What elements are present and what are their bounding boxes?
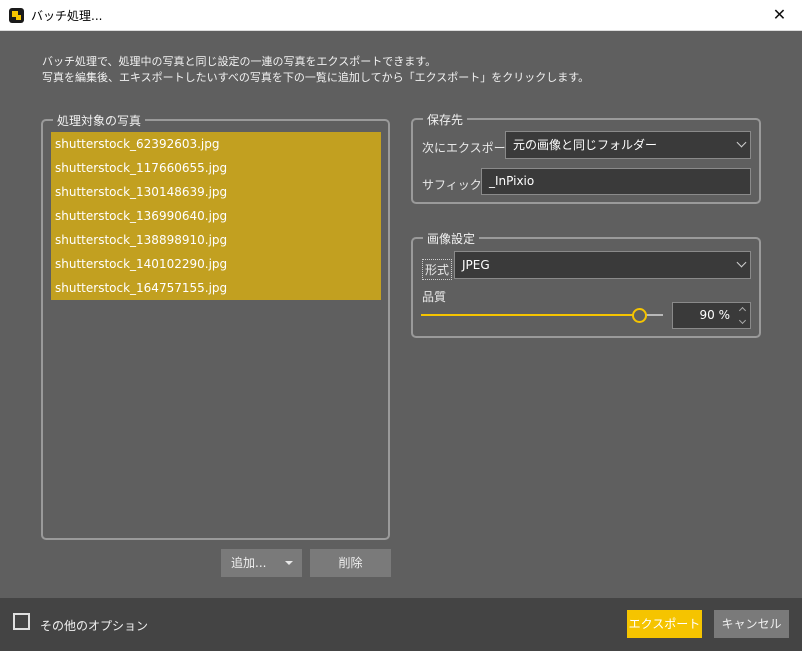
delete-button[interactable]: 削除 — [310, 549, 391, 577]
quality-label: 品質 — [422, 290, 447, 304]
close-button[interactable]: ✕ — [757, 0, 802, 30]
files-group: 処理対象の写真 shutterstock_62392603.jpg shutte… — [41, 112, 390, 540]
export-to-value: 元の画像と同じフォルダー — [513, 138, 658, 152]
add-button[interactable]: 追加... — [221, 549, 302, 577]
chevron-down-icon — [736, 257, 747, 268]
file-item[interactable]: shutterstock_164757155.jpg — [51, 276, 381, 300]
quality-slider[interactable] — [421, 305, 663, 325]
destination-group: 保存先 次にエクスポート 元の画像と同じフォルダー サフィックス _InPixi… — [411, 111, 761, 204]
export-to-label: 次にエクスポート — [422, 141, 518, 155]
file-list[interactable]: shutterstock_62392603.jpg shutterstock_1… — [51, 132, 381, 300]
description-line-1: バッチ処理で、処理中の写真と同じ設定の一連の写真をエクスポートできます。 — [42, 55, 437, 68]
file-item[interactable]: shutterstock_138898910.jpg — [51, 228, 381, 252]
spinner-down-icon[interactable] — [738, 316, 747, 325]
window-title: バッチ処理... — [31, 9, 103, 23]
file-item[interactable]: shutterstock_136990640.jpg — [51, 204, 381, 228]
title-bar: バッチ処理... ✕ — [0, 0, 802, 31]
image-settings-group-title: 画像設定 — [423, 230, 480, 247]
footer-bar: その他のオプション エクスポート キャンセル — [0, 598, 802, 651]
destination-group-title: 保存先 — [423, 111, 468, 128]
cancel-button[interactable]: キャンセル — [714, 610, 789, 638]
file-item[interactable]: shutterstock_140102290.jpg — [51, 252, 381, 276]
more-options-checkbox[interactable] — [13, 613, 30, 630]
format-label: 形式 — [422, 259, 453, 280]
suffix-input[interactable]: _InPixio — [481, 168, 751, 195]
more-options-label[interactable]: その他のオプション — [40, 617, 148, 634]
export-button[interactable]: エクスポート — [627, 610, 702, 638]
file-item[interactable]: shutterstock_62392603.jpg — [51, 132, 381, 156]
add-button-label: 追加... — [231, 556, 267, 570]
description-line-2: 写真を編集後、エキスポートしたいすべの写真を下の一覧に追加してから「エクスポート… — [42, 71, 590, 84]
file-item[interactable]: shutterstock_130148639.jpg — [51, 180, 381, 204]
format-select[interactable]: JPEG — [454, 251, 751, 279]
dropdown-arrow-icon — [285, 561, 293, 565]
quality-value: 90 % — [699, 308, 731, 322]
quality-slider-fill — [421, 314, 632, 316]
image-settings-group: 画像設定 形式 JPEG 品質 90 % — [411, 230, 761, 338]
format-value: JPEG — [462, 258, 490, 272]
quality-slider-thumb[interactable] — [632, 308, 647, 323]
export-to-select[interactable]: 元の画像と同じフォルダー — [505, 131, 751, 159]
chevron-down-icon — [736, 137, 747, 148]
files-group-title: 処理対象の写真 — [53, 112, 146, 129]
quality-spinner[interactable]: 90 % — [672, 302, 751, 329]
suffix-value: _InPixio — [489, 174, 535, 188]
app-icon — [9, 8, 24, 23]
close-icon: ✕ — [772, 5, 787, 24]
spinner-up-icon[interactable] — [738, 306, 747, 315]
file-item[interactable]: shutterstock_117660655.jpg — [51, 156, 381, 180]
